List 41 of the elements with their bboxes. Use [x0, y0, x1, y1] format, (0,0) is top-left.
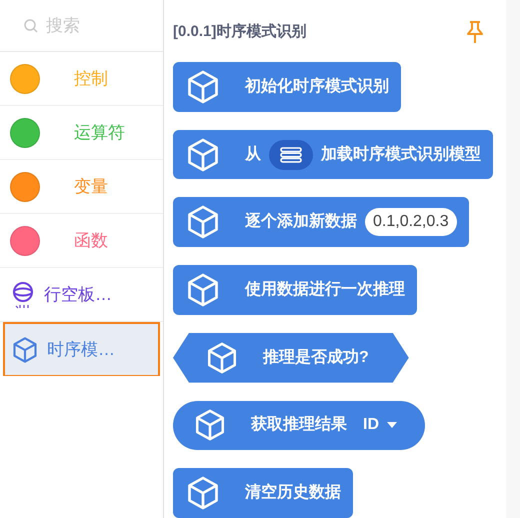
category-label: 变量 — [74, 176, 108, 198]
id-dropdown[interactable]: ID — [355, 413, 405, 438]
reporter-block[interactable]: 获取推理结果 ID — [173, 400, 425, 450]
stack-block[interactable]: 逐个添加新数据 0.1,0.2,0.3 — [173, 197, 469, 248]
block-text: 初始化时序模式识别 — [245, 76, 389, 97]
value-field[interactable]: 0.1,0.2,0.3 — [365, 208, 457, 236]
caret-icon — [387, 422, 397, 428]
cube-icon — [185, 204, 221, 240]
category-label: 运算符 — [74, 122, 125, 144]
category-label: 控制 — [74, 68, 108, 90]
menu-dropdown[interactable] — [269, 140, 313, 170]
palette-title: [0.0.1]时序模式识别 — [173, 22, 306, 42]
cube-icon — [205, 340, 239, 375]
block-text: 获取推理结果 — [251, 414, 347, 436]
search-icon — [24, 18, 38, 32]
block-text: 推理是否成功? — [263, 348, 369, 368]
cube-icon — [185, 475, 221, 512]
stack-block[interactable]: 清空历史数据 — [173, 468, 353, 518]
category-item[interactable]: 变量 — [0, 160, 163, 214]
cube-icon — [185, 136, 221, 173]
stack-block[interactable]: 初始化时序模式识别 — [173, 62, 401, 112]
cube-icon — [11, 336, 39, 364]
cube-icon — [193, 408, 227, 442]
board-icon — [10, 280, 36, 308]
block-text: 清空历史数据 — [245, 482, 341, 504]
category-item[interactable]: 运算符 — [0, 106, 163, 160]
category-item[interactable]: 函数 — [0, 214, 163, 268]
category-item[interactable]: 时序模… — [3, 322, 160, 376]
block-text: 加载时序模式识别模型 — [321, 144, 481, 165]
category-label: 时序模… — [47, 338, 115, 361]
boolean-block[interactable]: 推理是否成功? — [173, 332, 409, 383]
category-label: 行空板… — [44, 284, 112, 306]
block-text: 使用数据进行一次推理 — [245, 280, 405, 300]
block-text: 从 — [245, 144, 261, 165]
category-label: 函数 — [74, 230, 108, 252]
stack-block[interactable]: 从 加载时序模式识别模型 — [173, 130, 493, 180]
stack-block[interactable]: 使用数据进行一次推理 — [173, 265, 417, 315]
block-text: 逐个添加新数据 — [245, 211, 357, 232]
cube-icon — [185, 68, 221, 105]
list-icon — [280, 146, 302, 163]
cube-icon — [185, 272, 221, 308]
